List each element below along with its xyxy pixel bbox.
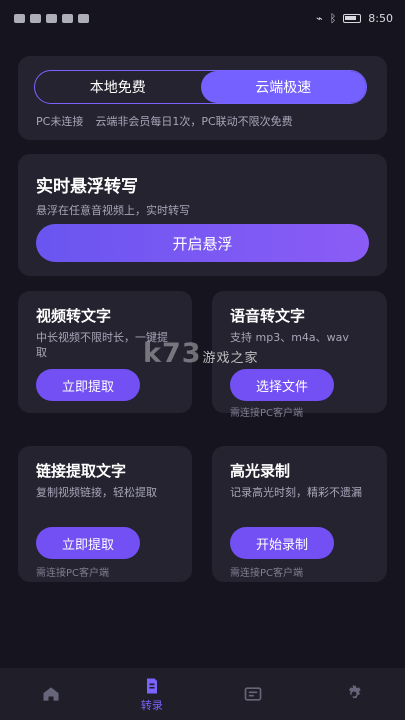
mode-local-free[interactable]: 本地免费 (35, 71, 201, 103)
status-bar: ⌁ ᛒ 8:50 (0, 0, 405, 36)
status-time: 8:50 (368, 11, 393, 25)
pc-required-note: 需连接PC客户端 (230, 568, 304, 579)
bluetooth-icon: ᛒ (329, 11, 337, 25)
home-icon (43, 687, 59, 701)
battery-icon (343, 13, 362, 23)
mail-icon (62, 13, 73, 23)
mode-selector-card: 本地免费 云端极速 PC未连接 云端非会员每日1次，PC联动不限次免费 (18, 56, 387, 140)
feature-title: 视频转文字 (36, 307, 112, 325)
k73-watermark: k73游戏之家 (143, 338, 259, 369)
status-left-icons (14, 13, 89, 23)
floating-transcription-card: 实时悬浮转写 悬浮在任意音视频上，实时转写 开启悬浮 (18, 154, 387, 276)
key-icon: ⌁ (316, 11, 323, 25)
feature-title: 语音转文字 (230, 307, 306, 325)
cloud-usage-note: 云端非会员每日1次，PC联动不限次免费 (95, 115, 293, 128)
floating-description: 悬浮在任意音视频上，实时转写 (36, 204, 190, 217)
message-tab[interactable] (224, 672, 282, 716)
pc-required-note: 需连接PC客户端 (230, 408, 304, 419)
feature-title: 链接提取文字 (36, 462, 127, 480)
extract-link-button[interactable]: 立即提取 (36, 527, 140, 559)
start-recording-button[interactable]: 开始录制 (230, 527, 334, 559)
alarm-icon (78, 13, 89, 23)
message-icon (244, 687, 262, 701)
floating-title: 实时悬浮转写 (36, 177, 138, 197)
watermark-logo: k73 (143, 338, 202, 369)
pc-required-note: 需连接PC客户端 (36, 568, 110, 579)
settings-tab[interactable] (325, 672, 383, 716)
bottom-navigation: 转录 (0, 668, 405, 720)
choose-file-button[interactable]: 选择文件 (230, 369, 334, 401)
feature-description: 复制视频链接，轻松提取 (36, 486, 157, 499)
feature-description: 记录高光时刻，精彩不遗漏 (230, 486, 362, 499)
status-right-icons: ⌁ ᛒ 8:50 (316, 12, 393, 25)
document-icon (146, 678, 157, 693)
highlight-recording-card: 高光录制 记录高光时刻，精彩不遗漏 开始录制 需连接PC客户端 (212, 446, 387, 582)
mode-toggle[interactable]: 本地免费 云端极速 (34, 70, 367, 104)
signal-icon (30, 13, 41, 23)
settings-icon (349, 685, 362, 699)
watermark-text: 游戏之家 (202, 351, 259, 366)
transcribe-tab-label: 转录 (140, 698, 163, 712)
extract-video-button[interactable]: 立即提取 (36, 369, 140, 401)
enable-floating-button[interactable]: 开启悬浮 (36, 224, 369, 262)
mode-cloud-fast[interactable]: 云端极速 (200, 71, 366, 103)
feature-title: 高光录制 (230, 462, 291, 480)
link-extract-text-card: 链接提取文字 复制视频链接，轻松提取 立即提取 需连接PC客户端 (18, 446, 192, 582)
wifi-icon (46, 13, 57, 23)
pc-connection-status: PC未连接 (36, 115, 84, 128)
home-tab[interactable] (22, 672, 80, 716)
transcribe-tab[interactable]: 转录 (123, 672, 181, 716)
mode-note: PC未连接 云端非会员每日1次，PC联动不限次免费 (36, 113, 293, 129)
sim-icon (14, 13, 25, 23)
